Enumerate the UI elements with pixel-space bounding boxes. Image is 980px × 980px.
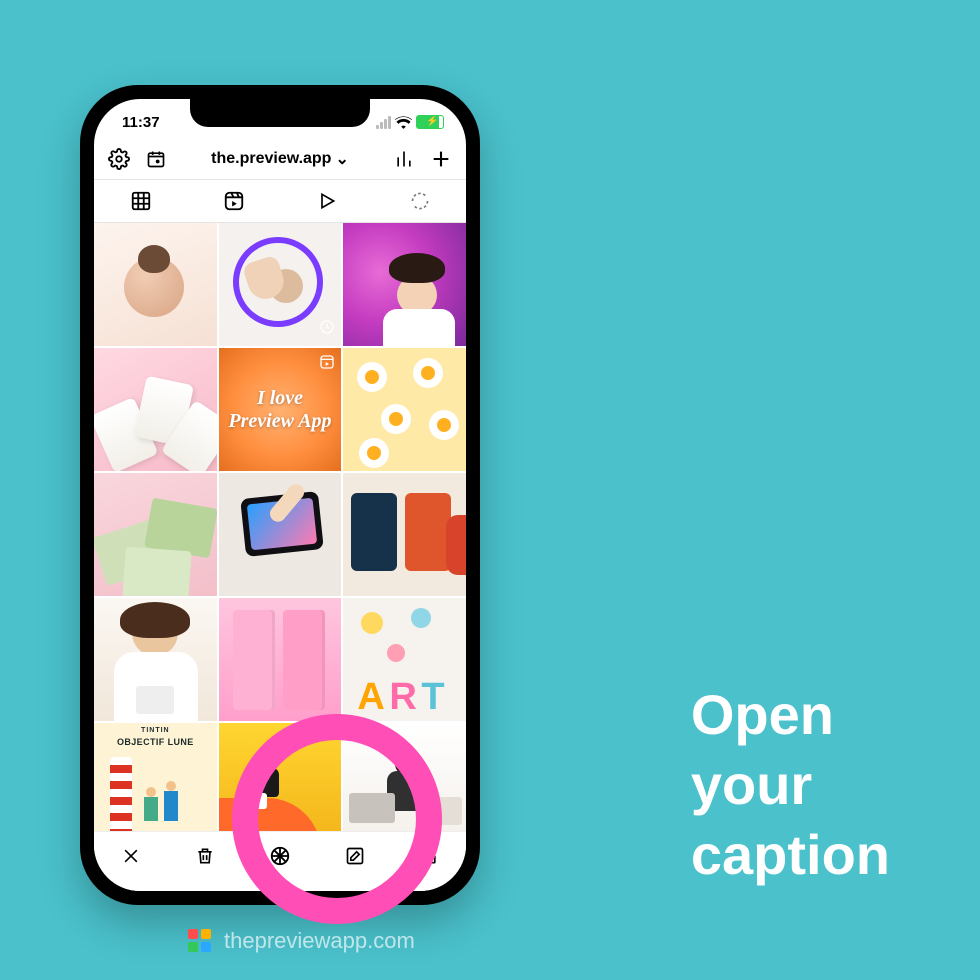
action-bar (94, 831, 466, 891)
grid-tile[interactable] (343, 223, 466, 346)
signal-icon (376, 116, 391, 129)
tile-top-label: TINTIN (94, 727, 217, 734)
close-icon[interactable] (121, 846, 141, 866)
calendar-icon[interactable] (146, 149, 166, 169)
grid-tile[interactable] (219, 223, 342, 346)
watermark: thepreviewapp.com (186, 927, 415, 955)
tab-reels[interactable] (187, 180, 280, 222)
watermark-text: thepreviewapp.com (224, 928, 415, 954)
analytics-icon[interactable] (394, 149, 414, 169)
watermark-logo-icon (186, 927, 214, 955)
tab-refresh[interactable] (373, 180, 466, 222)
grid-tile[interactable]: TINTIN OBJECTIF LUNE (94, 723, 217, 846)
grid-tile[interactable] (94, 348, 217, 471)
grid-tile[interactable] (94, 223, 217, 346)
instruction-caption: Open your caption (691, 680, 890, 890)
grid-tile[interactable] (219, 473, 342, 596)
grid-tile[interactable] (343, 348, 466, 471)
caption-line: your (691, 750, 890, 820)
phone-frame: 11:37 ⚡ the.preview.app ⌄ (80, 85, 480, 905)
caption-line: caption (691, 820, 890, 890)
grid-tile[interactable] (94, 598, 217, 721)
grid-tile[interactable] (219, 723, 342, 846)
account-label: the.preview.app (211, 150, 331, 168)
grid-tile[interactable] (219, 598, 342, 721)
caption-line: Open (691, 680, 890, 750)
battery-icon: ⚡ (416, 115, 444, 129)
grid-tile[interactable] (94, 473, 217, 596)
reel-icon (319, 354, 335, 375)
gear-icon[interactable] (108, 148, 130, 170)
tab-grid[interactable] (94, 180, 187, 222)
grid-tile[interactable] (343, 723, 466, 846)
trash-icon[interactable] (195, 845, 215, 867)
grid-tile[interactable]: A R T (343, 598, 466, 721)
phone-screen: 11:37 ⚡ the.preview.app ⌄ (94, 99, 466, 891)
edit-icon[interactable] (345, 846, 365, 866)
chevron-down-icon: ⌄ (335, 149, 348, 169)
view-tabs (94, 179, 466, 223)
filter-icon[interactable] (269, 845, 291, 867)
feed-grid: I love Preview App (94, 223, 466, 846)
plus-icon[interactable] (430, 148, 452, 170)
app-header: the.preview.app ⌄ (94, 139, 466, 179)
tab-video[interactable] (280, 180, 373, 222)
status-time: 11:37 (122, 114, 160, 131)
wifi-icon (395, 116, 412, 129)
scheduled-icon (319, 319, 335, 340)
tile-label-objectif: OBJECTIF LUNE (94, 737, 217, 747)
grid-tile[interactable]: I love Preview App (219, 348, 342, 471)
phone-notch (190, 99, 370, 127)
grid-tile[interactable] (343, 473, 466, 596)
account-switcher[interactable]: the.preview.app ⌄ (211, 149, 349, 169)
share-icon[interactable] (419, 845, 439, 867)
